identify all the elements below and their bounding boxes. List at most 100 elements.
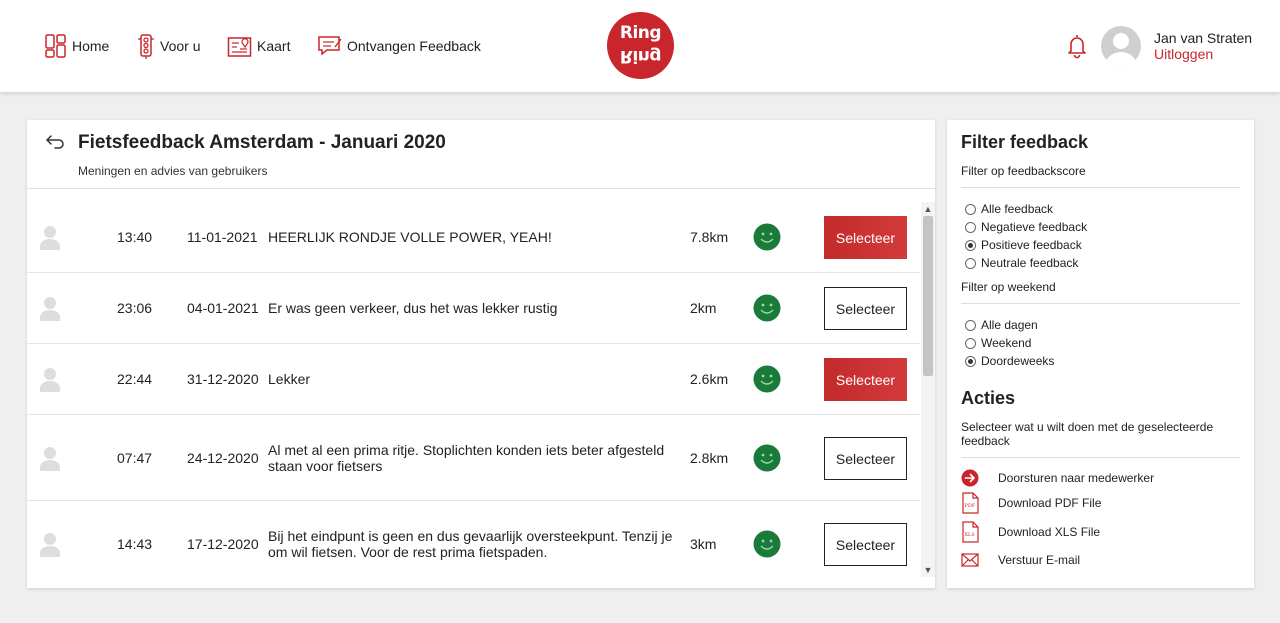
logo-text-bottom: Ring: [619, 46, 662, 66]
feedback-row: 13:40 11-01-2021 HEERLIJK RONDJE VOLLE P…: [27, 202, 920, 273]
nav-for-you[interactable]: Voor u: [137, 32, 200, 60]
nav-map-label: Kaart: [257, 38, 291, 54]
traffic-light-icon: [138, 34, 154, 59]
radio-label: Alle feedback: [981, 202, 1054, 216]
radio-all-feedback[interactable]: Alle feedback: [965, 202, 1053, 216]
radio-weekdays[interactable]: Doordeweeks: [965, 354, 1054, 368]
feedback-time: 13:40: [117, 229, 153, 245]
send-email-action[interactable]: Verstuur E-mail: [961, 549, 1080, 571]
radio-neutral-feedback[interactable]: Neutrale feedback: [965, 256, 1078, 270]
nav-home-label: Home: [72, 38, 110, 54]
nav-for-you-label: Voor u: [160, 38, 201, 54]
select-button[interactable]: Selecteer: [824, 216, 907, 259]
logout-link[interactable]: Uitloggen: [1154, 46, 1213, 62]
download-pdf-action[interactable]: PDF Download PDF File: [961, 492, 1101, 514]
action-label: Doorsturen naar medewerker: [998, 471, 1155, 485]
feedback-time: 07:47: [117, 450, 153, 466]
feedback-date: 31-12-2020: [187, 371, 259, 387]
arrow-right-circle-icon: [961, 467, 979, 489]
smiley-icon: [753, 294, 781, 322]
smiley-icon: [753, 365, 781, 393]
back-arrow-icon[interactable]: [45, 134, 65, 150]
feedback-row: 07:47 24-12-2020 Al met al een prima rit…: [27, 415, 920, 501]
radio-all-days[interactable]: Alle dagen: [965, 318, 1038, 332]
person-icon: [40, 368, 60, 392]
xls-file-icon: XLS: [961, 521, 979, 543]
radio-circle-selected[interactable]: [965, 355, 976, 367]
radio-circle[interactable]: [965, 319, 976, 331]
page-subtitle: Meningen en advies van gebruikers: [78, 164, 268, 178]
feedback-date: 17-12-2020: [187, 536, 259, 552]
action-label: Download XLS File: [998, 525, 1101, 539]
nav-map[interactable]: Kaart: [227, 32, 290, 60]
select-button[interactable]: Selecteer: [824, 287, 907, 330]
radio-weekend[interactable]: Weekend: [965, 336, 1031, 350]
scroll-up-arrow-icon[interactable]: ▲: [921, 202, 935, 216]
smiley-icon: [753, 223, 781, 251]
feedback-distance: 2.6km: [690, 371, 729, 387]
smiley-icon: [753, 530, 781, 558]
feedback-row: 22:44 31-12-2020 Lekker 2.6km Selecteer: [27, 344, 920, 415]
scrollbar[interactable]: ▲ ▼: [921, 202, 935, 577]
radio-circle-selected[interactable]: [965, 239, 976, 251]
xls-icon-text: XLS: [964, 532, 975, 538]
feedback-distance: 2.8km: [690, 450, 729, 466]
map-icon: [227, 37, 252, 57]
nav-home[interactable]: Home: [45, 32, 109, 60]
score-filter-label: Filter op feedbackscore: [961, 164, 1086, 178]
feedback-panel: Fietsfeedback Amsterdam - Januari 2020 M…: [27, 120, 935, 588]
radio-label: Doordeweeks: [981, 354, 1055, 368]
smiley-icon: [753, 444, 781, 472]
home-icon: [45, 34, 66, 58]
feedback-message: Er was geen verkeer, dus het was lekker …: [268, 300, 558, 316]
select-button[interactable]: Selecteer: [824, 358, 907, 401]
radio-circle[interactable]: [965, 337, 976, 349]
actions-description: Selecteer wat u wilt doen met de geselec…: [961, 420, 1214, 448]
feedback-time: 22:44: [117, 371, 153, 387]
scroll-down-arrow-icon[interactable]: ▼: [921, 563, 935, 577]
ringring-logo[interactable]: Ring Ring: [607, 12, 674, 79]
filter-panel: Filter feedback Filter op feedbackscore …: [947, 120, 1254, 588]
select-button[interactable]: Selecteer: [824, 523, 907, 566]
scroll-thumb[interactable]: [923, 216, 933, 376]
avatar[interactable]: [1101, 26, 1141, 66]
radio-label: Positieve feedback: [981, 238, 1082, 252]
action-label: Verstuur E-mail: [998, 553, 1081, 567]
feedback-distance: 7.8km: [690, 229, 729, 245]
envelope-icon: [961, 549, 979, 571]
feedback-message: Lekker: [268, 371, 311, 387]
top-navigation-bar: Home Voor u Kaart Ontvangen Feedback Rin…: [0, 0, 1280, 92]
actions-title: Acties: [961, 388, 1016, 408]
radio-label: Neutrale feedback: [981, 256, 1079, 270]
header-divider: [27, 188, 935, 189]
divider: [961, 457, 1240, 458]
feedback-row: 23:06 04-01-2021 Er was geen verkeer, du…: [27, 273, 920, 344]
radio-label: Negatieve feedback: [981, 220, 1088, 234]
feedback-message: Bij het eindpunt is geen en dus gevaarli…: [268, 528, 673, 560]
feedback-icon: [318, 36, 342, 56]
forward-to-employee-action[interactable]: Doorsturen naar medewerker: [961, 467, 1154, 489]
radio-positive-feedback[interactable]: Positieve feedback: [965, 238, 1082, 252]
bell-icon[interactable]: [1066, 33, 1088, 59]
nav-received-feedback[interactable]: Ontvangen Feedback: [317, 32, 481, 60]
radio-circle[interactable]: [965, 203, 976, 215]
download-xls-action[interactable]: XLS Download XLS File: [961, 521, 1100, 543]
radio-label: Alle dagen: [981, 318, 1038, 332]
feedback-date: 24-12-2020: [187, 450, 259, 466]
logo-text-top: Ring: [619, 23, 662, 43]
user-name: Jan van Straten: [1154, 30, 1253, 46]
select-button[interactable]: Selecteer: [824, 437, 907, 480]
person-icon: [40, 297, 60, 321]
person-icon: [40, 226, 60, 250]
radio-circle[interactable]: [965, 257, 976, 269]
feedback-time: 14:43: [117, 536, 153, 552]
feedback-time: 23:06: [117, 300, 153, 316]
feedback-distance: 3km: [690, 536, 717, 552]
radio-circle[interactable]: [965, 221, 976, 233]
radio-negative-feedback[interactable]: Negatieve feedback: [965, 220, 1087, 234]
feedback-row: 14:43 17-12-2020 Bij het eindpunt is gee…: [27, 501, 920, 587]
person-icon: [40, 533, 60, 557]
divider: [961, 187, 1240, 188]
action-label: Download PDF File: [998, 496, 1102, 510]
pdf-file-icon: PDF: [961, 492, 979, 514]
